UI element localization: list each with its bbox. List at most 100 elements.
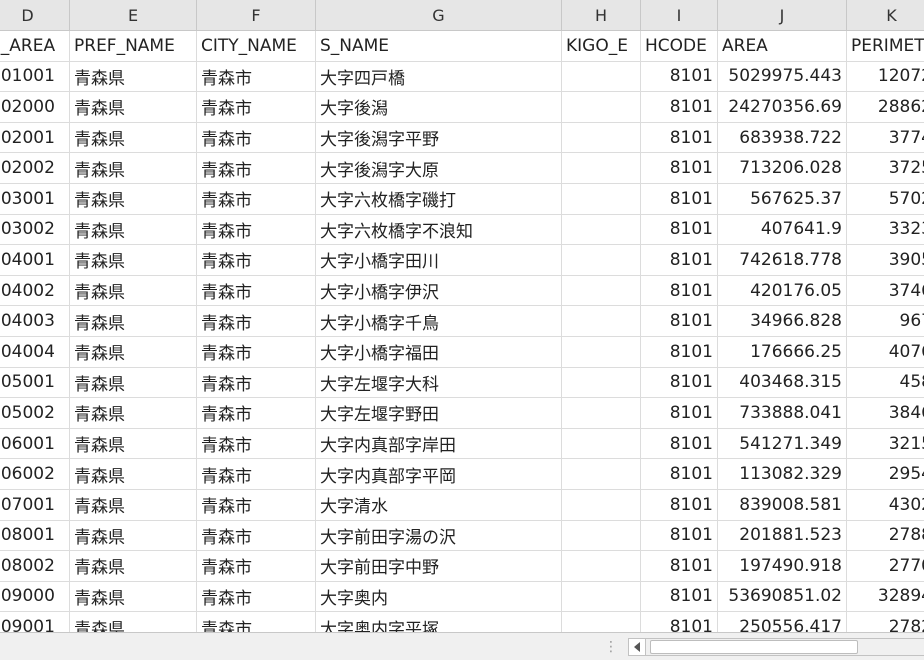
cell-area[interactable]: 567625.37 — [718, 183, 847, 214]
cell-hcode[interactable]: 8101 — [641, 336, 718, 367]
cell-s-area[interactable]: 008002 — [0, 551, 70, 581]
cell-s-name[interactable]: 大字後潟字大原 — [316, 153, 562, 183]
cell-s-area[interactable]: 002001 — [0, 122, 70, 153]
cell-city-name[interactable]: 青森市 — [197, 61, 316, 92]
cell-hcode[interactable]: 8101 — [641, 183, 718, 214]
cell-hcode[interactable]: 8101 — [641, 489, 718, 520]
cell-hcode[interactable]: 8101 — [641, 275, 718, 306]
cell-s-area[interactable]: 004001 — [0, 245, 70, 275]
cell-city-name[interactable]: 青森市 — [197, 275, 316, 306]
cell-hcode[interactable]: 8101 — [641, 61, 718, 92]
cell-pref-name[interactable]: 青森県 — [70, 275, 197, 306]
cell-kigo-e[interactable] — [562, 489, 641, 520]
cell-hcode[interactable]: 8101 — [641, 214, 718, 245]
cell-kigo-e[interactable] — [562, 520, 641, 551]
cell-kigo-e[interactable] — [562, 551, 641, 581]
cell-pref-name[interactable]: 青森県 — [70, 367, 197, 398]
cell-s-name[interactable]: 大字奥内 — [316, 581, 562, 612]
cell-s-area[interactable]: 004003 — [0, 306, 70, 336]
cell-pref-name[interactable]: 青森県 — [70, 183, 197, 214]
cell-hcode[interactable]: 8101 — [641, 520, 718, 551]
cell-s-area[interactable]: 004004 — [0, 336, 70, 367]
cell-area[interactable]: 34966.828 — [718, 306, 847, 336]
cell-s-name[interactable]: 大字四戸橋 — [316, 61, 562, 92]
cell-area[interactable]: 53690851.02 — [718, 581, 847, 612]
cell-kigo-e[interactable] — [562, 367, 641, 398]
cell-perimeter[interactable]: 3725 — [847, 153, 924, 183]
cell-s-name[interactable]: 大字六枚橋字磯打 — [316, 183, 562, 214]
column-header-f[interactable]: F — [197, 0, 316, 30]
cell-city-name[interactable]: 青森市 — [197, 398, 316, 428]
cell-pref-name[interactable]: 青森県 — [70, 428, 197, 459]
column-header-i[interactable]: I — [641, 0, 718, 30]
cell-perimeter[interactable]: 967 — [847, 306, 924, 336]
cell-s-name[interactable]: 大字後潟 — [316, 92, 562, 122]
cell-area[interactable]: 113082.329 — [718, 459, 847, 489]
cell-hcode[interactable]: 8101 — [641, 92, 718, 122]
cell-pref-name[interactable]: 青森県 — [70, 612, 197, 632]
cell-area[interactable]: 201881.523 — [718, 520, 847, 551]
cell-city-name[interactable]: 青森市 — [197, 612, 316, 632]
cell-area[interactable]: 839008.581 — [718, 489, 847, 520]
cell-perimeter[interactable]: 3323 — [847, 215, 924, 245]
cell-s-area[interactable]: 007001 — [0, 489, 70, 520]
cell-s-name[interactable]: 大字小橋字福田 — [316, 336, 562, 367]
cell-area[interactable]: 420176.05 — [718, 275, 847, 306]
cell-s-area[interactable]: 006002 — [0, 459, 70, 489]
cell-perimeter[interactable]: 3846 — [847, 398, 924, 428]
cell-s-area[interactable]: 006001 — [0, 428, 70, 459]
cell-pref-name[interactable]: 青森県 — [70, 92, 197, 122]
cell-city-name[interactable]: 青森市 — [197, 489, 316, 520]
cell-city-name[interactable]: 青森市 — [197, 520, 316, 551]
cell-s-name[interactable]: 大字前田字中野 — [316, 551, 562, 581]
scroll-left-button[interactable] — [628, 638, 646, 656]
cell-kigo-e[interactable] — [562, 428, 641, 459]
cell-city-name[interactable]: 青森市 — [197, 428, 316, 459]
cell-hcode[interactable]: 8101 — [641, 428, 718, 459]
cell-s-area[interactable]: 003001 — [0, 183, 70, 214]
column-header-g[interactable]: G — [316, 0, 562, 30]
cell-city-name[interactable]: 青森市 — [197, 367, 316, 398]
cell-s-name[interactable]: 大字後潟字平野 — [316, 122, 562, 153]
cell-area[interactable]: 197490.918 — [718, 551, 847, 581]
cell-area[interactable]: 541271.349 — [718, 428, 847, 459]
cell-hcode[interactable]: 8101 — [641, 612, 718, 632]
cell-kigo-e[interactable] — [562, 581, 641, 612]
cell-hcode[interactable]: 8101 — [641, 306, 718, 336]
cell-perimeter[interactable]: 4076 — [847, 337, 924, 367]
cell-pref-name[interactable]: 青森県 — [70, 489, 197, 520]
cell-header-kigo-e[interactable]: KIGO_E — [562, 31, 641, 61]
cell-area[interactable]: 742618.778 — [718, 245, 847, 275]
cell-perimeter[interactable]: 2788 — [847, 521, 924, 551]
cell-city-name[interactable]: 青森市 — [197, 551, 316, 581]
cell-pref-name[interactable]: 青森県 — [70, 336, 197, 367]
cell-kigo-e[interactable] — [562, 153, 641, 183]
cell-s-area[interactable]: 002002 — [0, 153, 70, 183]
cell-city-name[interactable]: 青森市 — [197, 336, 316, 367]
cell-s-area[interactable]: 004002 — [0, 275, 70, 306]
column-header-e[interactable]: E — [70, 0, 197, 30]
cell-header-s-name[interactable]: S_NAME — [316, 31, 562, 61]
cell-area[interactable]: 403468.315 — [718, 367, 847, 398]
cell-kigo-e[interactable] — [562, 336, 641, 367]
cell-s-area[interactable]: 005001 — [0, 367, 70, 398]
cell-pref-name[interactable]: 青森県 — [70, 61, 197, 92]
cell-perimeter[interactable]: 3746 — [847, 276, 924, 306]
cell-perimeter[interactable]: 3774 — [847, 123, 924, 153]
cell-kigo-e[interactable] — [562, 275, 641, 306]
cell-s-name[interactable]: 大字奥内字平塚 — [316, 612, 562, 632]
cell-area[interactable]: 407641.9 — [718, 214, 847, 245]
cell-pref-name[interactable]: 青森県 — [70, 306, 197, 336]
cell-hcode[interactable]: 8101 — [641, 551, 718, 581]
cell-s-name[interactable]: 大字小橋字田川 — [316, 245, 562, 275]
cell-kigo-e[interactable] — [562, 398, 641, 428]
cell-city-name[interactable]: 青森市 — [197, 183, 316, 214]
cell-s-name[interactable]: 大字左堰字野田 — [316, 398, 562, 428]
cell-s-name[interactable]: 大字清水 — [316, 489, 562, 520]
cell-s-area[interactable]: 009001 — [0, 612, 70, 632]
cell-hcode[interactable]: 8101 — [641, 153, 718, 183]
cell-city-name[interactable]: 青森市 — [197, 92, 316, 122]
cell-s-name[interactable]: 大字前田字湯の沢 — [316, 520, 562, 551]
cell-kigo-e[interactable] — [562, 214, 641, 245]
cell-area[interactable]: 24270356.69 — [718, 92, 847, 122]
